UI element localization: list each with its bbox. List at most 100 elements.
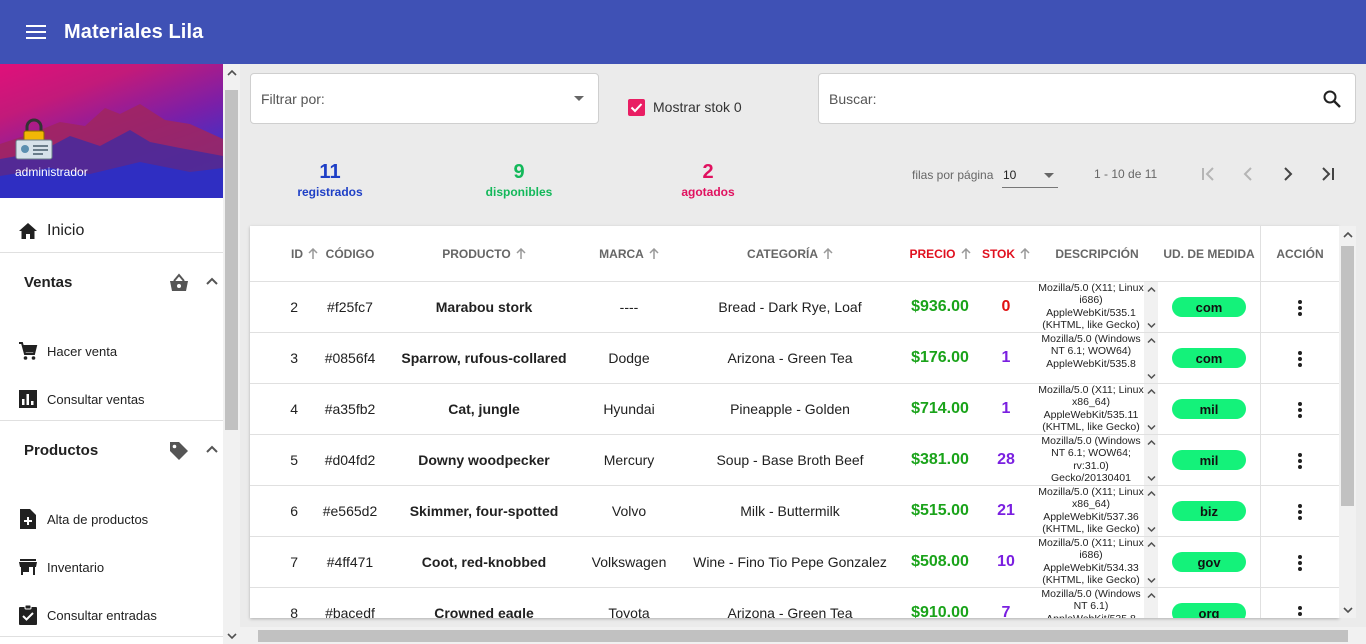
scroll-up-icon[interactable] bbox=[1144, 538, 1158, 550]
cell-description[interactable]: Mozilla/5.0 (Windows NT 6.1) AppleWebKit… bbox=[1038, 588, 1158, 618]
row-actions-button[interactable] bbox=[1260, 537, 1339, 588]
scroll-up-icon[interactable] bbox=[1144, 589, 1158, 601]
col-header-action: ACCIÓN bbox=[1260, 226, 1339, 282]
description-scrollbar[interactable] bbox=[1144, 333, 1158, 383]
sidebar-item-consultar-ventas[interactable]: Consultar ventas bbox=[0, 387, 223, 411]
description-scrollbar[interactable] bbox=[1144, 282, 1158, 332]
cell-code: #0856f4 bbox=[324, 350, 376, 366]
description-scrollbar[interactable] bbox=[1144, 537, 1158, 587]
row-actions-button[interactable] bbox=[1260, 282, 1339, 333]
scroll-down-icon[interactable] bbox=[1144, 472, 1158, 484]
cell-description[interactable]: Mozilla/5.0 (X11; Linux x86_64) AppleWeb… bbox=[1038, 384, 1158, 434]
app-bar: Materiales Lila bbox=[0, 0, 1366, 64]
description-text: Mozilla/5.0 (X11; Linux i686) AppleWebKi… bbox=[1038, 537, 1144, 587]
scroll-up-icon[interactable] bbox=[223, 64, 240, 81]
col-header-id[interactable]: ID bbox=[250, 226, 318, 282]
sidebar-item-inventario[interactable]: Inventario bbox=[0, 555, 223, 579]
row-actions-button[interactable] bbox=[1260, 384, 1339, 435]
scroll-down-icon[interactable] bbox=[1144, 370, 1158, 382]
scroll-down-icon[interactable] bbox=[1144, 319, 1158, 331]
table-row[interactable]: 7 #4ff471 Coot, red-knobbed Volkswagen Wine … bbox=[250, 537, 1339, 588]
scroll-up-icon[interactable] bbox=[1144, 385, 1158, 397]
row-actions-button[interactable] bbox=[1260, 333, 1339, 384]
next-page-button[interactable] bbox=[1276, 162, 1300, 186]
chevron-up-icon[interactable] bbox=[202, 272, 222, 292]
home-icon bbox=[18, 221, 38, 241]
description-text: Mozilla/5.0 (Windows NT 6.1; WOW64) Appl… bbox=[1041, 333, 1141, 370]
col-header-price[interactable]: PRECIO bbox=[904, 226, 976, 282]
row-actions-button[interactable] bbox=[1260, 588, 1339, 618]
unit-badge: com bbox=[1172, 297, 1246, 317]
section-header-productos[interactable]: Productos bbox=[0, 430, 223, 470]
scroll-down-icon[interactable] bbox=[1144, 523, 1158, 535]
table-row[interactable]: 3 #0856f4 Sparrow, rufous-collared Dodge Ari… bbox=[250, 333, 1339, 384]
table-row[interactable]: 4 #a35fb2 Cat, jungle Hyundai Pineapple - Go… bbox=[250, 384, 1339, 435]
divider bbox=[0, 636, 223, 637]
dropdown-arrow-icon bbox=[1044, 173, 1054, 178]
col-header-product[interactable]: PRODUCTO bbox=[384, 226, 584, 282]
chevron-up-icon[interactable] bbox=[202, 440, 222, 460]
cell-code: #4ff471 bbox=[326, 554, 374, 570]
col-header-stock[interactable]: STOK bbox=[976, 226, 1036, 282]
show-stock-zero-checkbox[interactable] bbox=[628, 99, 645, 116]
col-header-category[interactable]: CATEGORÍA bbox=[686, 226, 894, 282]
scroll-up-icon[interactable] bbox=[1144, 487, 1158, 499]
show-stock-zero-label: Mostrar stok 0 bbox=[653, 99, 742, 115]
scrollbar-thumb[interactable] bbox=[258, 630, 1348, 642]
table-horizontal-scrollbar[interactable] bbox=[240, 627, 1366, 644]
col-header-brand[interactable]: MARCA bbox=[584, 226, 674, 282]
description-text: Mozilla/5.0 (X11; Linux x86_64) AppleWeb… bbox=[1038, 384, 1144, 434]
table-vertical-scrollbar[interactable] bbox=[1339, 226, 1356, 618]
row-actions-button[interactable] bbox=[1260, 486, 1339, 537]
cell-description[interactable]: Mozilla/5.0 (X11; Linux i686) AppleWebKi… bbox=[1038, 282, 1158, 332]
cell-description[interactable]: Mozilla/5.0 (X11; Linux i686) AppleWebKi… bbox=[1038, 537, 1158, 587]
cell-code: #f25fc7 bbox=[327, 299, 373, 315]
scroll-up-icon[interactable] bbox=[1144, 334, 1158, 346]
table-row[interactable]: 5 #d04fd2 Downy woodpecker Mercury Soup - Ba… bbox=[250, 435, 1339, 486]
scrollbar-thumb[interactable] bbox=[1341, 246, 1354, 506]
scrollbar-thumb[interactable] bbox=[225, 90, 238, 430]
scroll-up-icon[interactable] bbox=[1144, 436, 1158, 448]
description-scrollbar[interactable] bbox=[1144, 588, 1158, 618]
chevron-right-icon bbox=[1284, 167, 1293, 181]
table-row[interactable]: 8 #bacedf Crowned eagle Toyota Arizona - Gre… bbox=[250, 588, 1339, 618]
sidebar-item-inicio[interactable]: Inicio bbox=[0, 214, 223, 248]
table-row[interactable]: 2 #f25fc7 Marabou stork ---- Bread - Dark Ry… bbox=[250, 282, 1339, 333]
description-scrollbar[interactable] bbox=[1144, 435, 1158, 485]
bar-chart-icon bbox=[18, 389, 38, 409]
sidebar-scrollbar[interactable] bbox=[223, 64, 240, 644]
filter-label: Filtrar por: bbox=[261, 91, 325, 107]
sidebar-item-consultar-entradas[interactable]: Consultar entradas bbox=[0, 603, 223, 627]
rows-per-page-select[interactable]: 10 bbox=[1002, 164, 1058, 188]
scroll-down-icon[interactable] bbox=[1339, 601, 1356, 618]
row-actions-button[interactable] bbox=[1260, 435, 1339, 486]
cell-description[interactable]: Mozilla/5.0 (Windows NT 6.1; WOW64; rv:3… bbox=[1038, 435, 1158, 485]
description-text: Mozilla/5.0 (Windows NT 6.1; WOW64; rv:3… bbox=[1041, 435, 1141, 485]
cell-description[interactable]: Mozilla/5.0 (Windows NT 6.1; WOW64) Appl… bbox=[1038, 333, 1158, 383]
stat-sold-out: 2 agotados bbox=[648, 161, 768, 199]
cell-price: $381.00 bbox=[911, 451, 969, 468]
search-icon[interactable] bbox=[1321, 88, 1343, 110]
cell-description[interactable]: Mozilla/5.0 (X11; Linux x86_64) AppleWeb… bbox=[1038, 486, 1158, 536]
menu-icon[interactable] bbox=[0, 0, 72, 64]
filter-select[interactable]: Filtrar por: bbox=[250, 73, 599, 124]
description-scrollbar[interactable] bbox=[1144, 384, 1158, 434]
description-scrollbar[interactable] bbox=[1144, 486, 1158, 536]
divider bbox=[0, 252, 223, 253]
sidebar-item-hacer-venta[interactable]: Hacer venta bbox=[0, 339, 223, 363]
search-input[interactable]: Buscar: bbox=[818, 73, 1356, 124]
scroll-down-icon[interactable] bbox=[1144, 574, 1158, 586]
sidebar-item-alta-de-productos[interactable]: Alta de productos bbox=[0, 507, 223, 531]
first-page-button[interactable] bbox=[1196, 162, 1220, 186]
scroll-down-icon[interactable] bbox=[223, 627, 240, 644]
scroll-up-icon[interactable] bbox=[1339, 226, 1356, 243]
scroll-down-icon[interactable] bbox=[1144, 421, 1158, 433]
last-page-button[interactable] bbox=[1316, 162, 1340, 186]
cell-category: Bread - Dark Rye, Loaf bbox=[718, 299, 862, 315]
scroll-up-icon[interactable] bbox=[1144, 283, 1158, 295]
previous-page-button[interactable] bbox=[1236, 162, 1260, 186]
section-header-ventas[interactable]: Ventas bbox=[0, 262, 223, 302]
table-row[interactable]: 6 #e565d2 Skimmer, four-spotted Volvo Milk -… bbox=[250, 486, 1339, 537]
sidebar: administrador Inicio Ventas Hacer venta … bbox=[0, 64, 223, 644]
col-header-code[interactable]: CÓDIGO bbox=[318, 226, 382, 282]
